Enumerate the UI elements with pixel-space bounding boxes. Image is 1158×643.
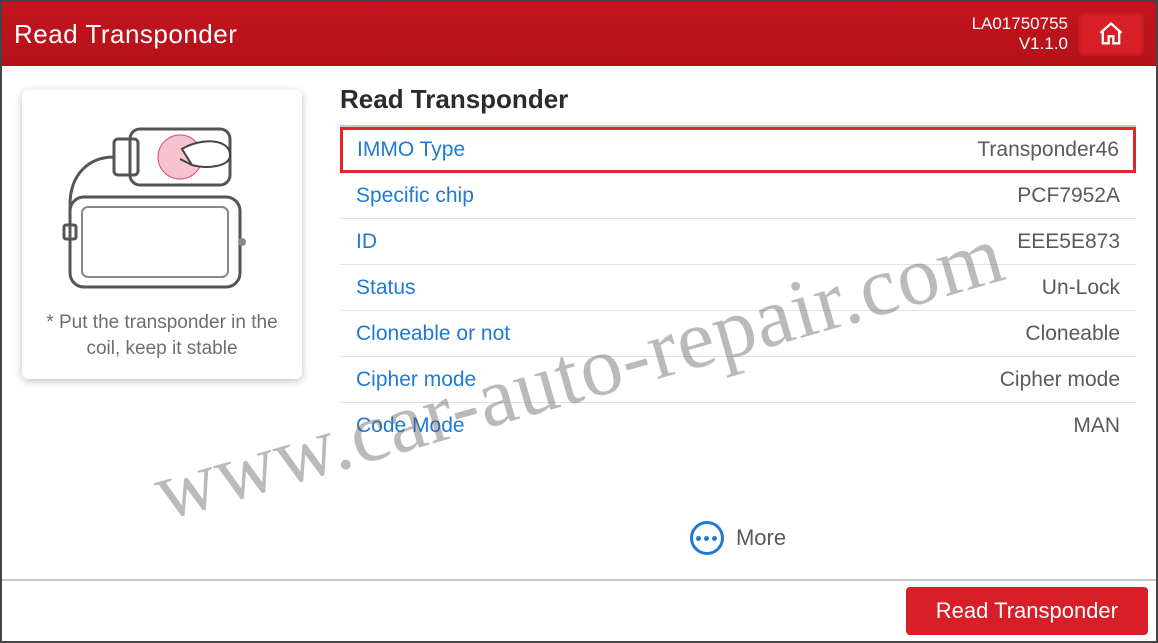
page-title: Read Transponder <box>14 19 972 50</box>
row-value: MAN <box>1073 414 1120 438</box>
row-label: Specific chip <box>356 184 474 208</box>
row-specific-chip[interactable]: Specific chip PCF7952A <box>340 173 1136 219</box>
data-rows: IMMO Type Transponder46 Specific chip PC… <box>340 127 1136 449</box>
header-right: LA01750755 V1.1.0 <box>972 12 1144 56</box>
app-header: Read Transponder LA01750755 V1.1.0 <box>2 2 1156 66</box>
row-id[interactable]: ID EEE5E873 <box>340 219 1136 265</box>
row-status[interactable]: Status Un-Lock <box>340 265 1136 311</box>
row-value: Un-Lock <box>1042 276 1120 300</box>
home-icon <box>1097 20 1125 48</box>
device-info: LA01750755 V1.1.0 <box>972 14 1068 55</box>
app-root: Read Transponder LA01750755 V1.1.0 <box>0 0 1158 643</box>
row-label: Cloneable or not <box>356 322 510 346</box>
row-cloneable[interactable]: Cloneable or not Cloneable <box>340 311 1136 357</box>
read-transponder-button[interactable]: Read Transponder <box>906 587 1148 635</box>
more-label: More <box>736 525 786 551</box>
instruction-panel: * Put the transponder in the coil, keep … <box>2 66 322 579</box>
row-label: Status <box>356 276 416 300</box>
row-value: Cloneable <box>1025 322 1120 346</box>
instruction-caption: * Put the transponder in the coil, keep … <box>32 310 292 361</box>
section-title: Read Transponder <box>340 84 1136 125</box>
row-label: Cipher mode <box>356 368 476 392</box>
transponder-illustration <box>32 104 292 304</box>
data-panel: Read Transponder IMMO Type Transponder46… <box>322 66 1156 579</box>
row-value: EEE5E873 <box>1017 230 1120 254</box>
row-label: Code Mode <box>356 414 465 438</box>
row-value: PCF7952A <box>1017 184 1120 208</box>
row-cipher-mode[interactable]: Cipher mode Cipher mode <box>340 357 1136 403</box>
row-immo-type[interactable]: IMMO Type Transponder46 <box>340 127 1136 173</box>
more-button[interactable]: More <box>690 521 786 555</box>
row-value: Transponder46 <box>977 138 1119 162</box>
app-version: V1.1.0 <box>972 34 1068 54</box>
read-button-label: Read Transponder <box>936 598 1118 624</box>
app-body: * Put the transponder in the coil, keep … <box>2 66 1156 579</box>
app-footer: Read Transponder <box>2 579 1156 641</box>
row-label: ID <box>356 230 377 254</box>
more-icon <box>690 521 724 555</box>
row-code-mode[interactable]: Code Mode MAN <box>340 403 1136 449</box>
instruction-card: * Put the transponder in the coil, keep … <box>22 90 302 379</box>
row-value: Cipher mode <box>1000 368 1120 392</box>
row-label: IMMO Type <box>357 138 465 162</box>
device-id: LA01750755 <box>972 14 1068 34</box>
home-button[interactable] <box>1078 12 1144 56</box>
